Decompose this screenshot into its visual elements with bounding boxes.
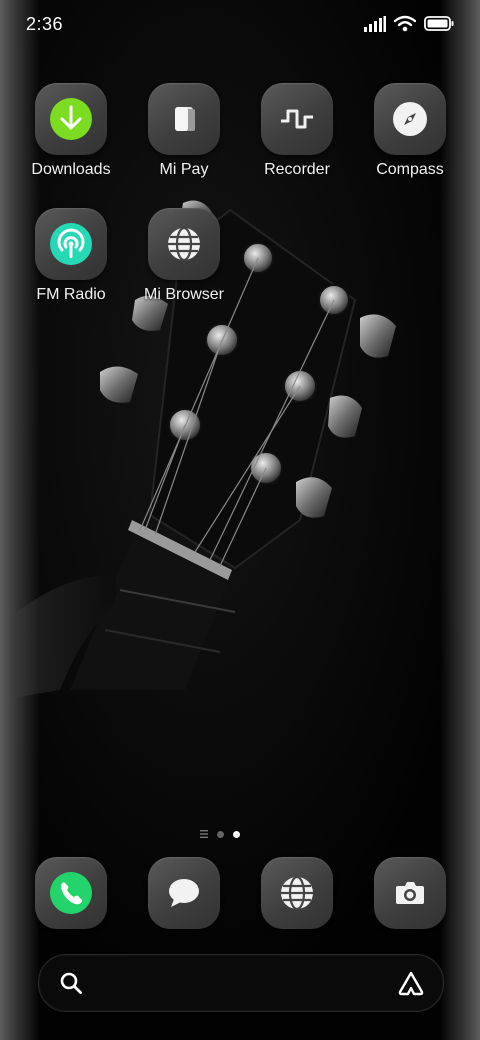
app-downloads[interactable]: Downloads: [15, 83, 127, 179]
page-indicator[interactable]: [200, 830, 240, 838]
page-menu-icon: [200, 830, 208, 838]
battery-icon: [424, 16, 454, 31]
app-compass-tile[interactable]: [374, 83, 446, 155]
app-label: Mi Browser: [143, 286, 224, 303]
compass-icon: [393, 102, 427, 136]
dock-browser[interactable]: [241, 857, 353, 929]
dock-camera[interactable]: [354, 857, 466, 929]
dock-messages-tile[interactable]: [148, 857, 220, 929]
app-downloads-tile[interactable]: [35, 83, 107, 155]
waveform-icon: [281, 109, 313, 129]
app-label: Mi Pay: [159, 161, 209, 178]
camera-icon: [396, 882, 424, 904]
dock-phone-tile[interactable]: [35, 857, 107, 929]
dock-browser-tile[interactable]: [261, 857, 333, 929]
dock-phone[interactable]: [15, 857, 127, 929]
card-icon: [175, 107, 195, 131]
signal-icon: [364, 15, 386, 32]
app-label: Downloads: [31, 161, 111, 178]
search-bar[interactable]: [38, 954, 444, 1012]
dock-messages[interactable]: [128, 857, 240, 929]
status-bar: 2:36: [0, 0, 480, 50]
app-mi-pay[interactable]: Mi Pay: [128, 83, 240, 179]
browser-globe-icon: [281, 875, 313, 911]
app-recorder-tile[interactable]: [261, 83, 333, 155]
app-label: Recorder: [264, 161, 330, 178]
app-mi-browser[interactable]: Mi Browser: [128, 208, 240, 304]
search-icon[interactable]: [59, 971, 83, 995]
globe-icon: [168, 226, 200, 262]
app-mi-pay-tile[interactable]: [148, 83, 220, 155]
phone-icon: [50, 872, 92, 914]
app-mi-browser-tile[interactable]: [148, 208, 220, 280]
app-recorder[interactable]: Recorder: [241, 83, 353, 179]
assistant-a-icon[interactable]: [397, 969, 425, 997]
status-icons: [364, 15, 454, 32]
status-time: 2:36: [26, 14, 64, 34]
app-compass[interactable]: Compass: [354, 83, 466, 179]
page-dot-1[interactable]: [217, 830, 224, 838]
app-fm-radio[interactable]: FM Radio: [15, 208, 127, 304]
wifi-icon: [394, 15, 416, 32]
message-icon: [169, 879, 199, 907]
app-label: Compass: [376, 161, 444, 178]
app-fm-radio-tile[interactable]: [35, 208, 107, 280]
download-icon: [50, 98, 92, 140]
radio-icon: [50, 223, 92, 265]
dock-camera-tile[interactable]: [374, 857, 446, 929]
page-dot-2-active[interactable]: [233, 830, 240, 838]
app-label: FM Radio: [36, 286, 106, 303]
